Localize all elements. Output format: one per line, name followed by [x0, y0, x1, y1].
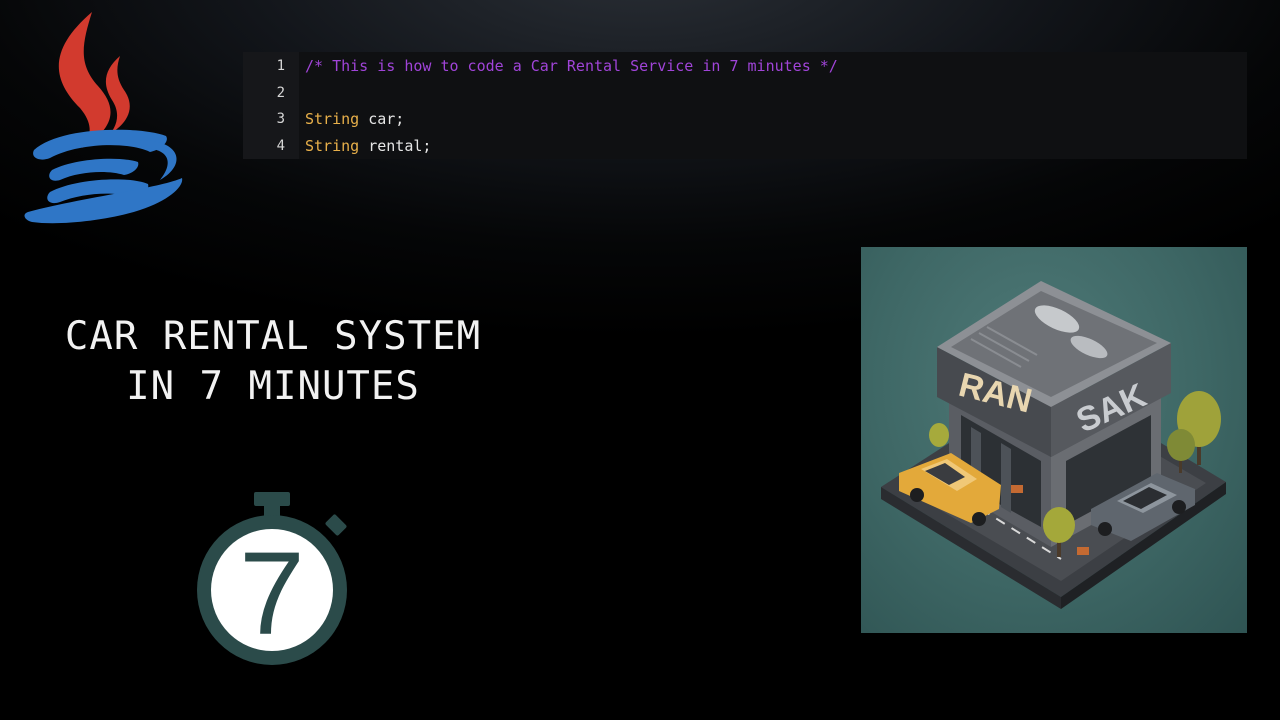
line-number: 1 — [276, 58, 285, 74]
code-line: /* This is how to code a Car Rental Serv… — [305, 55, 1247, 82]
video-title: CAR RENTAL SYSTEM IN 7 MINUTES — [20, 312, 526, 412]
line-number: 3 — [276, 111, 285, 127]
line-number: 4 — [276, 137, 285, 154]
title-line-1: CAR RENTAL SYSTEM — [64, 314, 482, 359]
line-number-gutter: 1 2 3 4 — [243, 52, 299, 159]
stopwatch-number: 7 — [239, 528, 305, 660]
code-token-type: String — [305, 136, 360, 155]
car-rental-illustration: RAN SAK — [861, 247, 1247, 633]
code-token-plain: rental; — [359, 136, 432, 155]
code-token-plain: car; — [359, 110, 405, 128]
code-body: /* This is how to code a Car Rental Serv… — [299, 52, 1247, 159]
code-token-type: String — [305, 110, 360, 128]
java-logo-icon — [24, 12, 183, 224]
code-token-comment: /* This is how to code a Car Rental Serv… — [305, 57, 838, 75]
code-line: String car; — [305, 108, 1247, 135]
stopwatch-icon: 7 — [197, 492, 347, 665]
code-line: String rental; — [305, 135, 1247, 162]
code-editor: 1 2 3 4 /* This is how to code a Car Rental… — [243, 52, 1247, 159]
title-line-2: IN 7 MINUTES — [126, 364, 420, 409]
line-number: 2 — [276, 84, 285, 101]
